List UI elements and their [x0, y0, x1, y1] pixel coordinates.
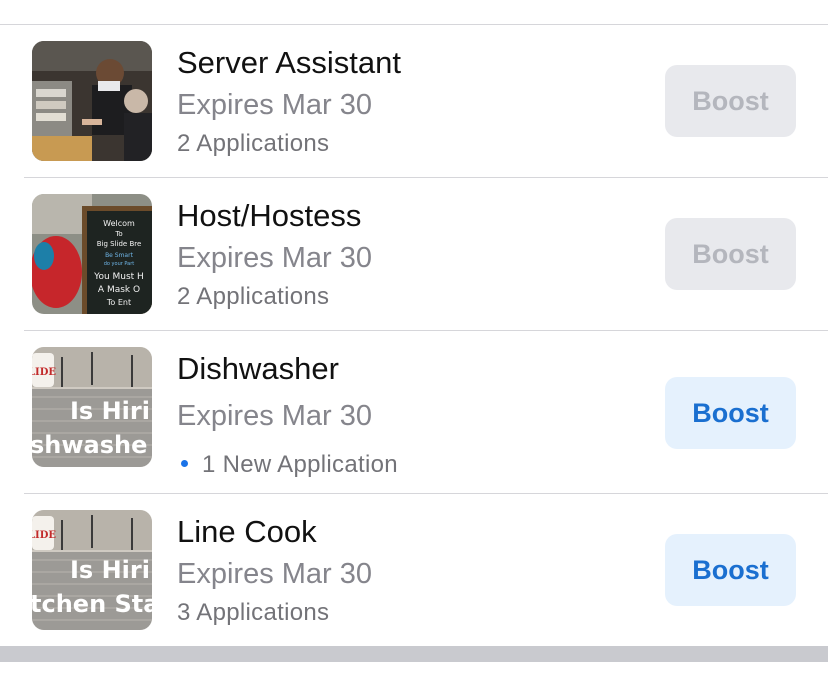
- job-thumbnail-line-cook: LIDE Is Hiri tchen Sta: [32, 510, 152, 630]
- boost-button[interactable]: Boost: [665, 65, 796, 137]
- banner-text: shwashe: [32, 431, 147, 459]
- job-applications[interactable]: 1 New Application: [177, 453, 398, 477]
- sign-line: Welcom: [103, 219, 135, 228]
- banner-text: Is Hiri: [70, 556, 150, 584]
- sign-line: A Mask O: [98, 285, 140, 295]
- boost-button[interactable]: Boost: [665, 377, 796, 449]
- job-row-line-cook[interactable]: LIDE Is Hiri tchen Sta Line Cook Expires…: [0, 494, 828, 647]
- hiring-banner-icon: LIDE Is Hiri shwashe: [32, 347, 152, 467]
- hiring-banner-icon: LIDE Is Hiri tchen Sta: [32, 510, 152, 630]
- job-title: Line Cook: [177, 514, 317, 549]
- sign-line: Be Smart: [105, 252, 134, 259]
- sign-line: Big Slide Bre: [97, 240, 142, 248]
- job-expiry: Expires Mar 30: [177, 242, 373, 274]
- job-expiry: Expires Mar 30: [177, 558, 373, 590]
- job-thumbnail-dishwasher: LIDE Is Hiri shwashe: [32, 347, 152, 467]
- applications-count: 2 Applications: [177, 283, 330, 310]
- job-thumbnail-server-assistant: [32, 41, 152, 161]
- job-title: Dishwasher: [177, 351, 339, 386]
- job-applications[interactable]: 2 Applications: [177, 132, 329, 156]
- banner-logo-text: LIDE: [32, 367, 56, 378]
- restaurant-photo-icon: [32, 41, 152, 161]
- banner-text: tchen Sta: [32, 590, 152, 618]
- new-application-dot: [181, 460, 188, 468]
- job-thumbnail-host-hostess: Welcom To Big Slide Bre Be Smart do your…: [32, 194, 152, 314]
- job-row-dishwasher[interactable]: LIDE Is Hiri shwashe Dishwasher Expires …: [0, 331, 828, 494]
- job-applications[interactable]: 3 Applications: [177, 601, 329, 625]
- applications-count: 2 Applications: [177, 130, 330, 157]
- job-row-host-hostess[interactable]: Welcom To Big Slide Bre Be Smart do your…: [0, 178, 828, 331]
- sign-line: To Ent: [106, 298, 131, 307]
- job-expiry: Expires Mar 30: [177, 89, 373, 121]
- sign-line: To: [114, 230, 122, 238]
- applications-count: 3 Applications: [177, 599, 330, 626]
- job-title: Server Assistant: [177, 45, 401, 80]
- sign-line: do your Part: [104, 261, 135, 267]
- banner-text: Is Hiri: [70, 397, 150, 425]
- job-row-server-assistant[interactable]: Server Assistant Expires Mar 30 2 Applic…: [0, 25, 828, 178]
- boost-button[interactable]: Boost: [665, 218, 796, 290]
- job-expiry: Expires Mar 30: [177, 400, 373, 432]
- sign-line: You Must H: [93, 272, 144, 282]
- job-applications[interactable]: 2 Applications: [177, 285, 329, 309]
- chalkboard-sign-icon: Welcom To Big Slide Bre Be Smart do your…: [32, 194, 152, 314]
- banner-logo-text: LIDE: [32, 530, 56, 541]
- boost-button[interactable]: Boost: [665, 534, 796, 606]
- job-title: Host/Hostess: [177, 198, 362, 233]
- applications-count: 1 New Application: [202, 451, 398, 478]
- job-list: Server Assistant Expires Mar 30 2 Applic…: [0, 25, 828, 647]
- bottom-separator-bar: [0, 646, 828, 662]
